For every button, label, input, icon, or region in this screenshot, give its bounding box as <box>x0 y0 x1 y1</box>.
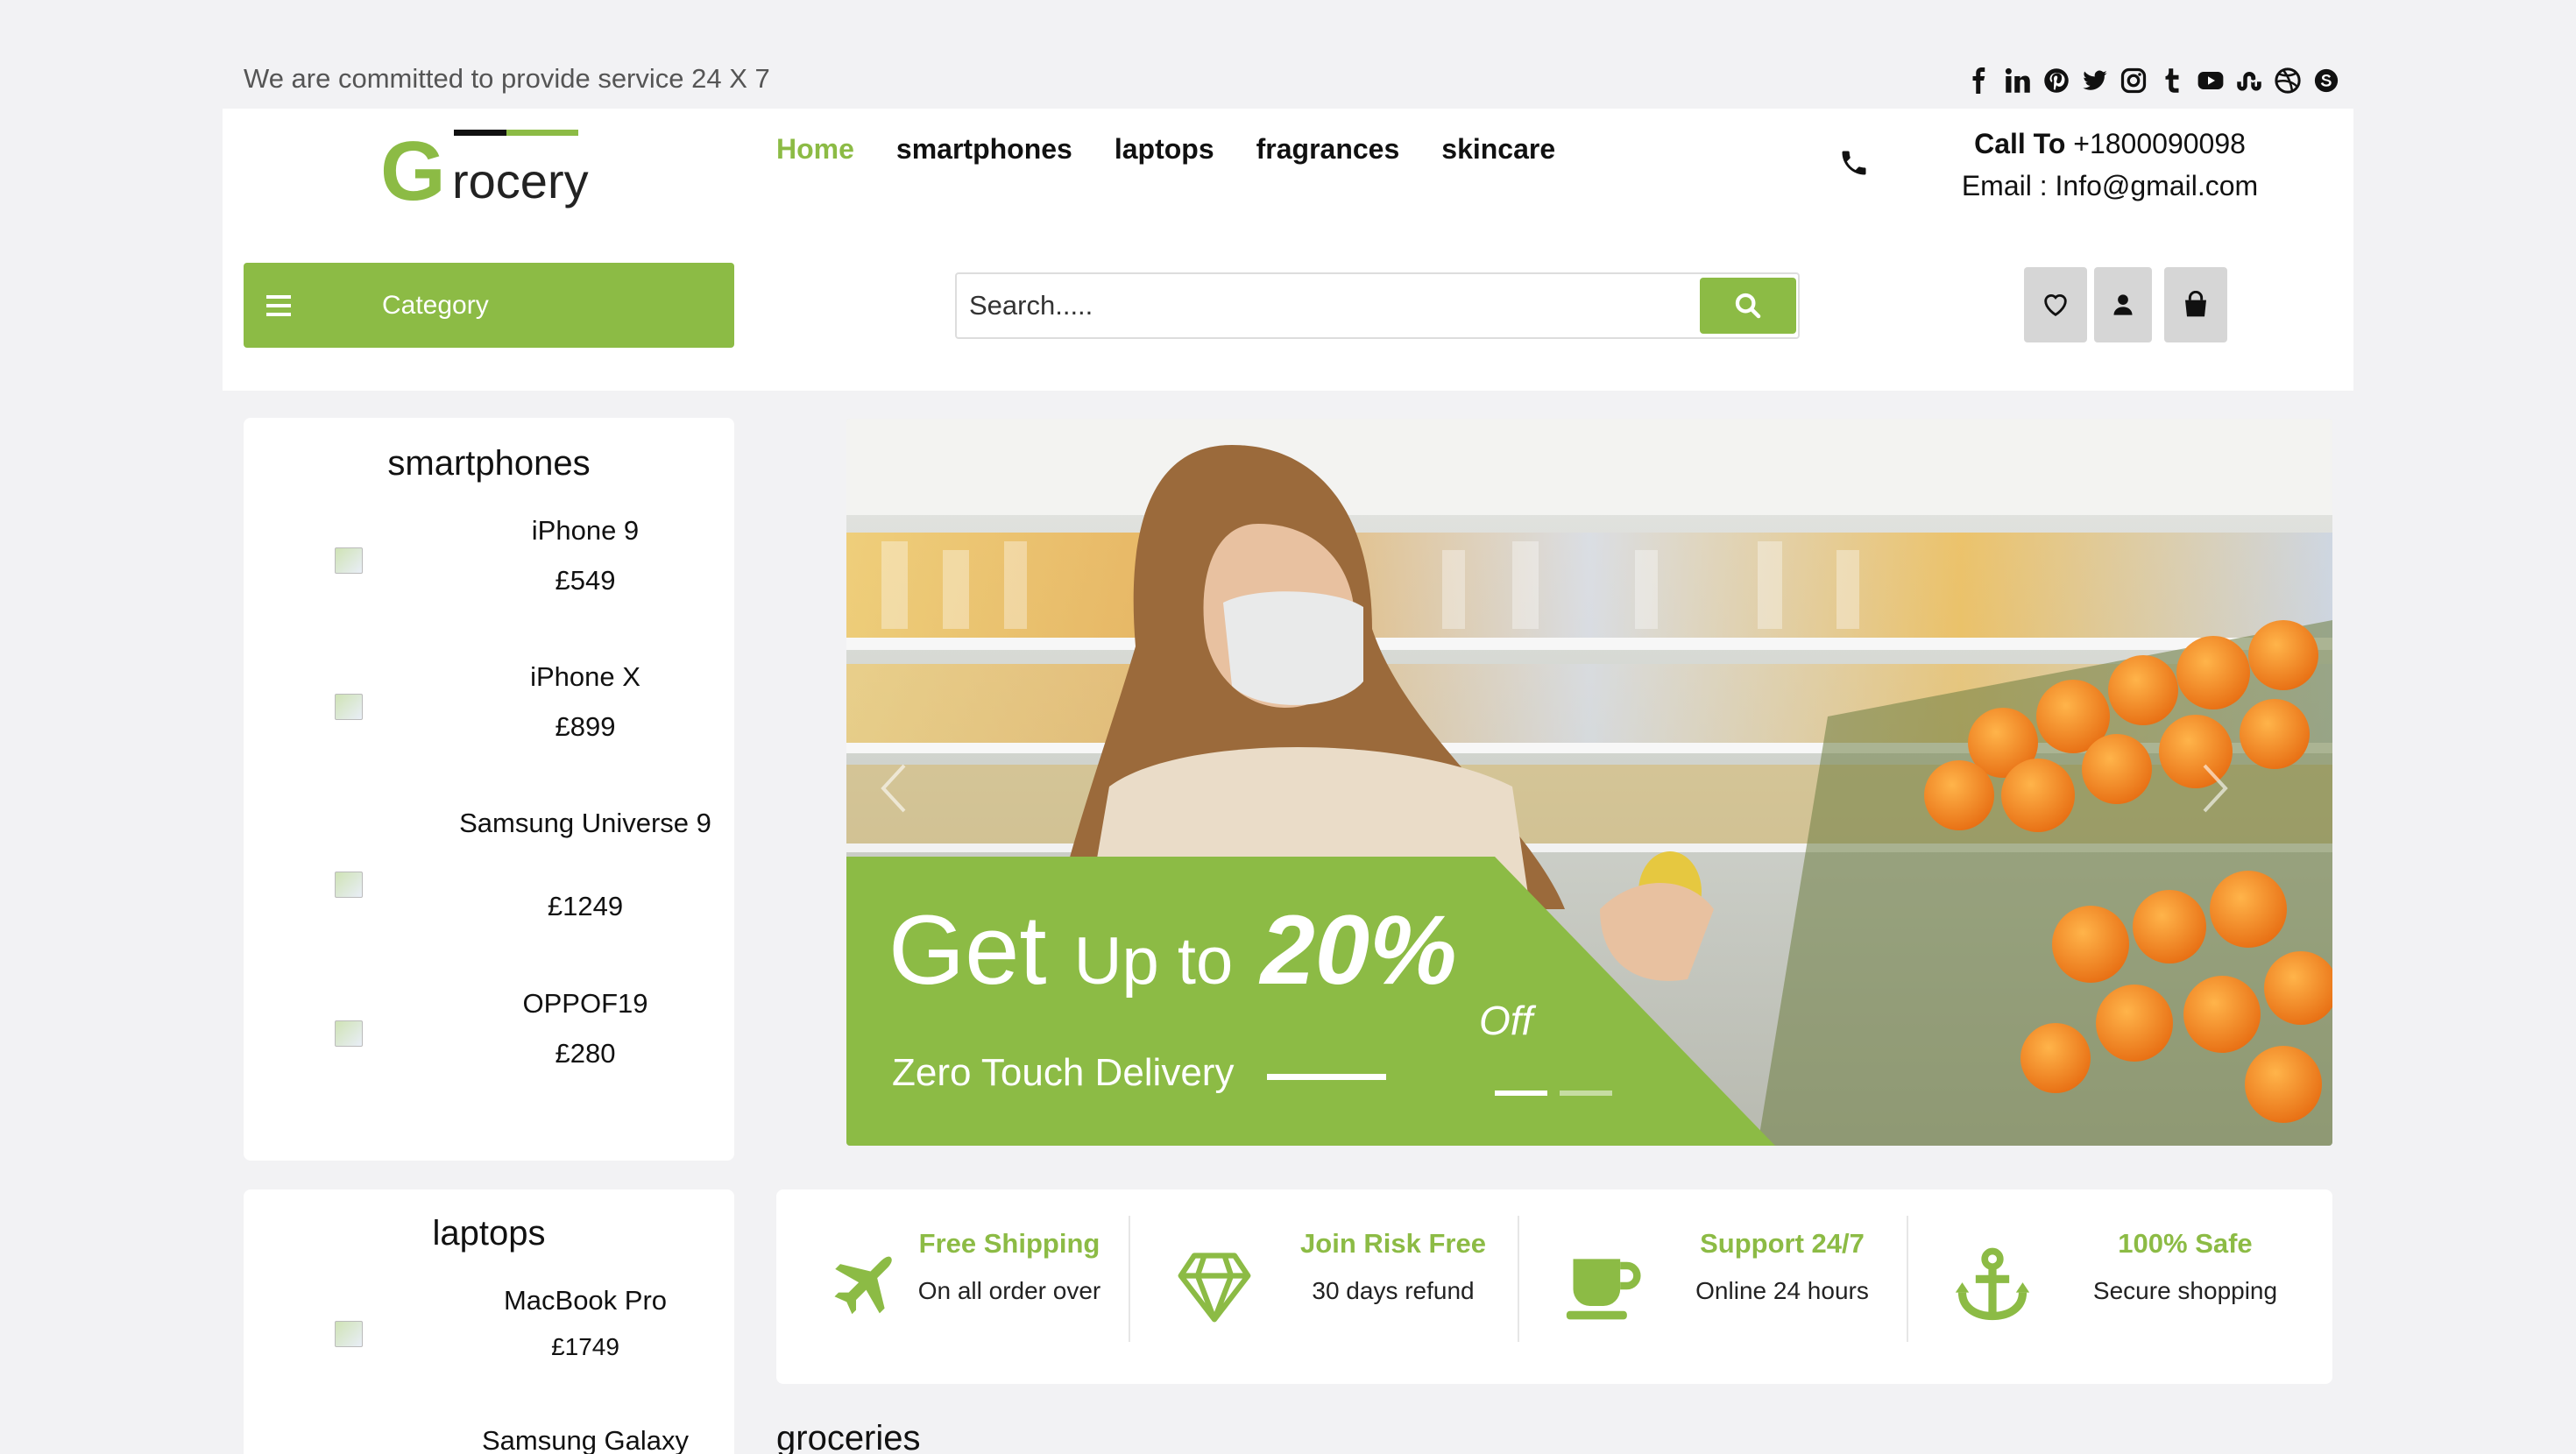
diamond-icon <box>1178 1253 1251 1323</box>
feature-risk-free: Join Risk Free 30 days refund <box>1130 1189 1519 1384</box>
category-label: Category <box>382 290 489 320</box>
call-label: Call To <box>1974 128 2066 159</box>
user-icon <box>2113 294 2133 315</box>
nav-skincare[interactable]: skincare <box>1441 133 1555 166</box>
product-image[interactable] <box>335 1020 363 1047</box>
menu-icon <box>266 294 291 316</box>
linkedin-icon[interactable] <box>2005 67 2031 94</box>
sidebar-smartphones: smartphones iPhone 9 £549 iPhone X £899 … <box>244 418 734 1161</box>
feature-subtitle: 30 days refund <box>1312 1277 1475 1304</box>
product-price: £280 <box>555 1038 616 1069</box>
phone-icon <box>1838 147 1870 179</box>
carousel-dot[interactable] <box>1495 1090 1547 1096</box>
instagram-icon[interactable] <box>2120 67 2147 94</box>
pinterest-icon[interactable] <box>2043 67 2070 94</box>
feature-title: 100% Safe <box>2118 1228 2253 1259</box>
sidebar-title: laptops <box>432 1214 546 1253</box>
nav-laptops[interactable]: laptops <box>1115 133 1214 166</box>
hero-banner[interactable] <box>846 419 2332 1146</box>
hero-headline: Get Up to 20% <box>888 893 1457 1006</box>
search-input[interactable] <box>969 283 1723 328</box>
carousel-indicators <box>1495 1090 1612 1096</box>
category-button[interactable]: Category <box>244 263 734 348</box>
feature-title: Support 24/7 <box>1700 1228 1865 1259</box>
product-price: £549 <box>555 565 616 596</box>
feature-title: Free Shipping <box>918 1228 1100 1259</box>
feature-support: Support 24/7 Online 24 hours <box>1519 1189 1908 1384</box>
hero-get: Get <box>888 895 1047 1005</box>
hero-image <box>846 419 2332 1146</box>
wishlist-button[interactable] <box>2024 267 2087 342</box>
product-image[interactable] <box>335 872 363 898</box>
product-name[interactable]: iPhone 9 <box>454 514 717 547</box>
logo-text: rocery <box>452 153 589 208</box>
product-price: £899 <box>555 711 616 742</box>
product-image[interactable] <box>335 1321 363 1347</box>
section-title: groceries <box>776 1419 921 1454</box>
product-name[interactable]: Samsung Universe 9 <box>454 807 717 840</box>
youtube-icon[interactable] <box>2197 67 2224 94</box>
account-button[interactable] <box>2094 267 2152 342</box>
shopping-bag-icon <box>2185 291 2206 317</box>
airplane-icon <box>834 1256 892 1315</box>
nav-fragrances[interactable]: fragrances <box>1256 133 1400 166</box>
product-name[interactable]: iPhone X <box>454 660 717 694</box>
feature-title: Join Risk Free <box>1300 1228 1486 1259</box>
carousel-dot[interactable] <box>1560 1090 1612 1096</box>
contact-info: Call To +1800090098 Email : Info@gmail.c… <box>1928 123 2292 207</box>
main-nav: Home smartphones laptops fragrances skin… <box>776 133 1555 166</box>
features-strip: Free Shipping On all order over Join Ris… <box>776 1189 2332 1384</box>
heart-icon <box>2044 294 2067 317</box>
twitter-icon[interactable] <box>2082 67 2108 94</box>
nav-smartphones[interactable]: smartphones <box>896 133 1072 166</box>
product-name[interactable]: OPPOF19 <box>454 987 717 1020</box>
stumbleupon-icon[interactable] <box>2236 67 2262 94</box>
facebook-icon[interactable] <box>1966 67 1992 94</box>
hero-off: Off <box>1479 998 1533 1043</box>
feature-subtitle: Secure shopping <box>2092 1277 2278 1304</box>
carousel-next-button[interactable] <box>2197 762 2233 815</box>
hero-percent: 20% <box>1260 895 1457 1005</box>
coffee-cup-icon <box>1566 1259 1641 1320</box>
tagline: We are committed to provide service 24 X… <box>244 63 770 94</box>
logo-letter: G <box>380 124 446 210</box>
hero-up-to: Up to <box>1073 924 1234 999</box>
hero-subtitle: Zero Touch Delivery <box>892 1051 1235 1094</box>
tumblr-icon[interactable] <box>2159 67 2185 94</box>
product-name[interactable]: Samsung Galaxy <box>454 1424 717 1454</box>
chevron-left-icon <box>881 764 906 813</box>
sidebar-title: smartphones <box>387 444 591 483</box>
nav-home[interactable]: Home <box>776 133 854 166</box>
product-image[interactable] <box>335 547 363 574</box>
feature-subtitle: On all order over <box>917 1277 1101 1304</box>
search-bar <box>955 272 1800 339</box>
call-number[interactable]: +1800090098 <box>2073 128 2246 159</box>
search-icon <box>1735 293 1761 319</box>
sidebar-laptops: laptops MacBook Pro £1749 Samsung Galaxy <box>244 1189 734 1454</box>
carousel-prev-button[interactable] <box>876 762 911 815</box>
search-button[interactable] <box>1700 278 1796 334</box>
chevron-right-icon <box>2203 764 2228 813</box>
anchor-icon <box>1955 1247 2030 1321</box>
feature-subtitle: Online 24 hours <box>1695 1277 1869 1304</box>
skype-icon[interactable] <box>2313 67 2339 94</box>
social-links <box>1966 63 2339 98</box>
logo[interactable]: G rocery <box>380 123 599 218</box>
dribbble-icon[interactable] <box>2275 67 2301 94</box>
product-name[interactable]: MacBook Pro <box>454 1284 717 1317</box>
hero-underline <box>1267 1074 1386 1080</box>
product-price: £1249 <box>547 891 624 921</box>
product-price: £1749 <box>551 1333 619 1360</box>
product-image[interactable] <box>335 694 363 720</box>
cart-button[interactable] <box>2164 267 2227 342</box>
feature-safe: 100% Safe Secure shopping <box>1908 1189 2332 1384</box>
feature-free-shipping: Free Shipping On all order over <box>776 1189 1130 1384</box>
email-line[interactable]: Email : Info@gmail.com <box>1928 165 2292 207</box>
